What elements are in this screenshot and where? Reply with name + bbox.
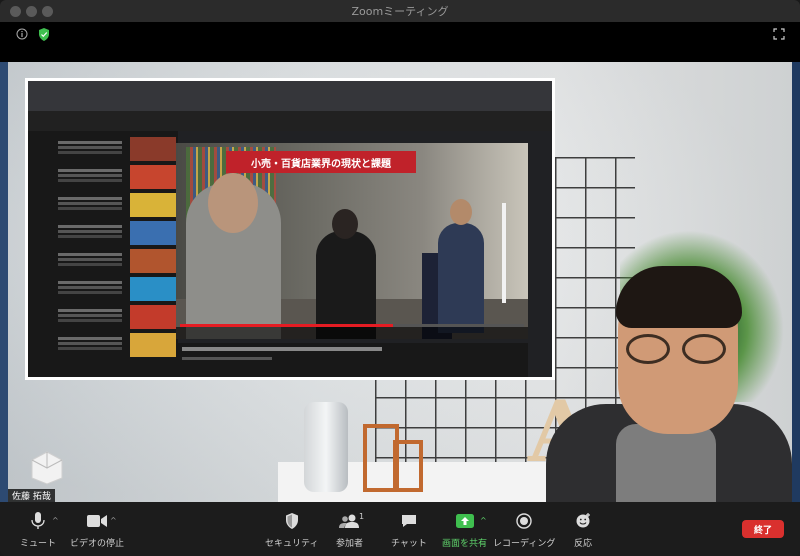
video-options-caret-icon[interactable]: ^ (110, 516, 117, 525)
minimize-window-button[interactable] (26, 6, 37, 17)
lantern-decor-small (393, 440, 423, 492)
meeting-toolbar: ミュート ^ ビデオの停止 ^ セキュリティ 参加者 1 チャット 画面を共有 … (0, 502, 800, 556)
desktop-background-left (0, 62, 8, 502)
share-options-caret-icon[interactable]: ^ (480, 516, 487, 525)
glasses (626, 334, 730, 364)
video-camera-icon (84, 510, 110, 532)
list-item[interactable] (58, 193, 176, 217)
info-icon[interactable] (14, 26, 30, 42)
chat-bubble-icon (396, 510, 422, 532)
participant-count: 1 (359, 512, 365, 521)
room-logo-icon (30, 450, 64, 486)
reactions-button[interactable]: 反応 (570, 510, 596, 549)
encryption-shield-icon[interactable] (36, 26, 52, 42)
smiley-icon (570, 510, 596, 532)
zoom-window: Zoomミーティング A (0, 0, 800, 556)
list-item[interactable] (58, 137, 176, 161)
video-stage: A (8, 62, 792, 502)
player-controls[interactable] (176, 327, 528, 339)
security-button[interactable]: セキュリティ (265, 510, 318, 549)
list-item[interactable] (58, 333, 176, 357)
top-bar (0, 22, 800, 62)
list-item[interactable] (58, 249, 176, 273)
list-item[interactable] (58, 165, 176, 189)
record-button[interactable]: レコーディング (493, 510, 555, 549)
end-meeting-button[interactable]: 終了 (742, 520, 784, 538)
mute-button[interactable]: ミュート (20, 510, 56, 549)
share-screen-icon (452, 510, 478, 532)
zoom-window-button[interactable] (42, 6, 53, 17)
security-shield-icon (279, 510, 305, 532)
video-site-header (28, 111, 552, 131)
video-title-banner: 小売・百貨店業界の現状と課題 (226, 151, 416, 173)
participant-name-label: 佐藤 拓哉 (8, 489, 55, 502)
participant-video (546, 266, 792, 502)
microphone-icon (25, 510, 51, 532)
recommended-sidebar (28, 131, 178, 377)
browser-toolbar (28, 81, 552, 111)
video-info (176, 343, 528, 377)
audio-options-caret-icon[interactable]: ^ (52, 516, 59, 525)
desktop-background-right (792, 62, 800, 502)
chat-button[interactable]: チャット (391, 510, 427, 549)
shared-video-player[interactable]: 小売・百貨店業界の現状と課題 (176, 143, 528, 339)
vase-decor (304, 402, 348, 492)
list-item[interactable] (58, 221, 176, 245)
screen-share-inset[interactable]: 小売・百貨店業界の現状と課題 (25, 78, 555, 380)
record-icon (511, 510, 537, 532)
title-bar: Zoomミーティング (0, 0, 800, 22)
fullscreen-icon[interactable] (770, 25, 788, 43)
video-progress-bar[interactable] (180, 324, 524, 327)
window-title: Zoomミーティング (351, 5, 449, 18)
list-item[interactable] (58, 277, 176, 301)
close-window-button[interactable] (10, 6, 21, 17)
list-item[interactable] (58, 305, 176, 329)
